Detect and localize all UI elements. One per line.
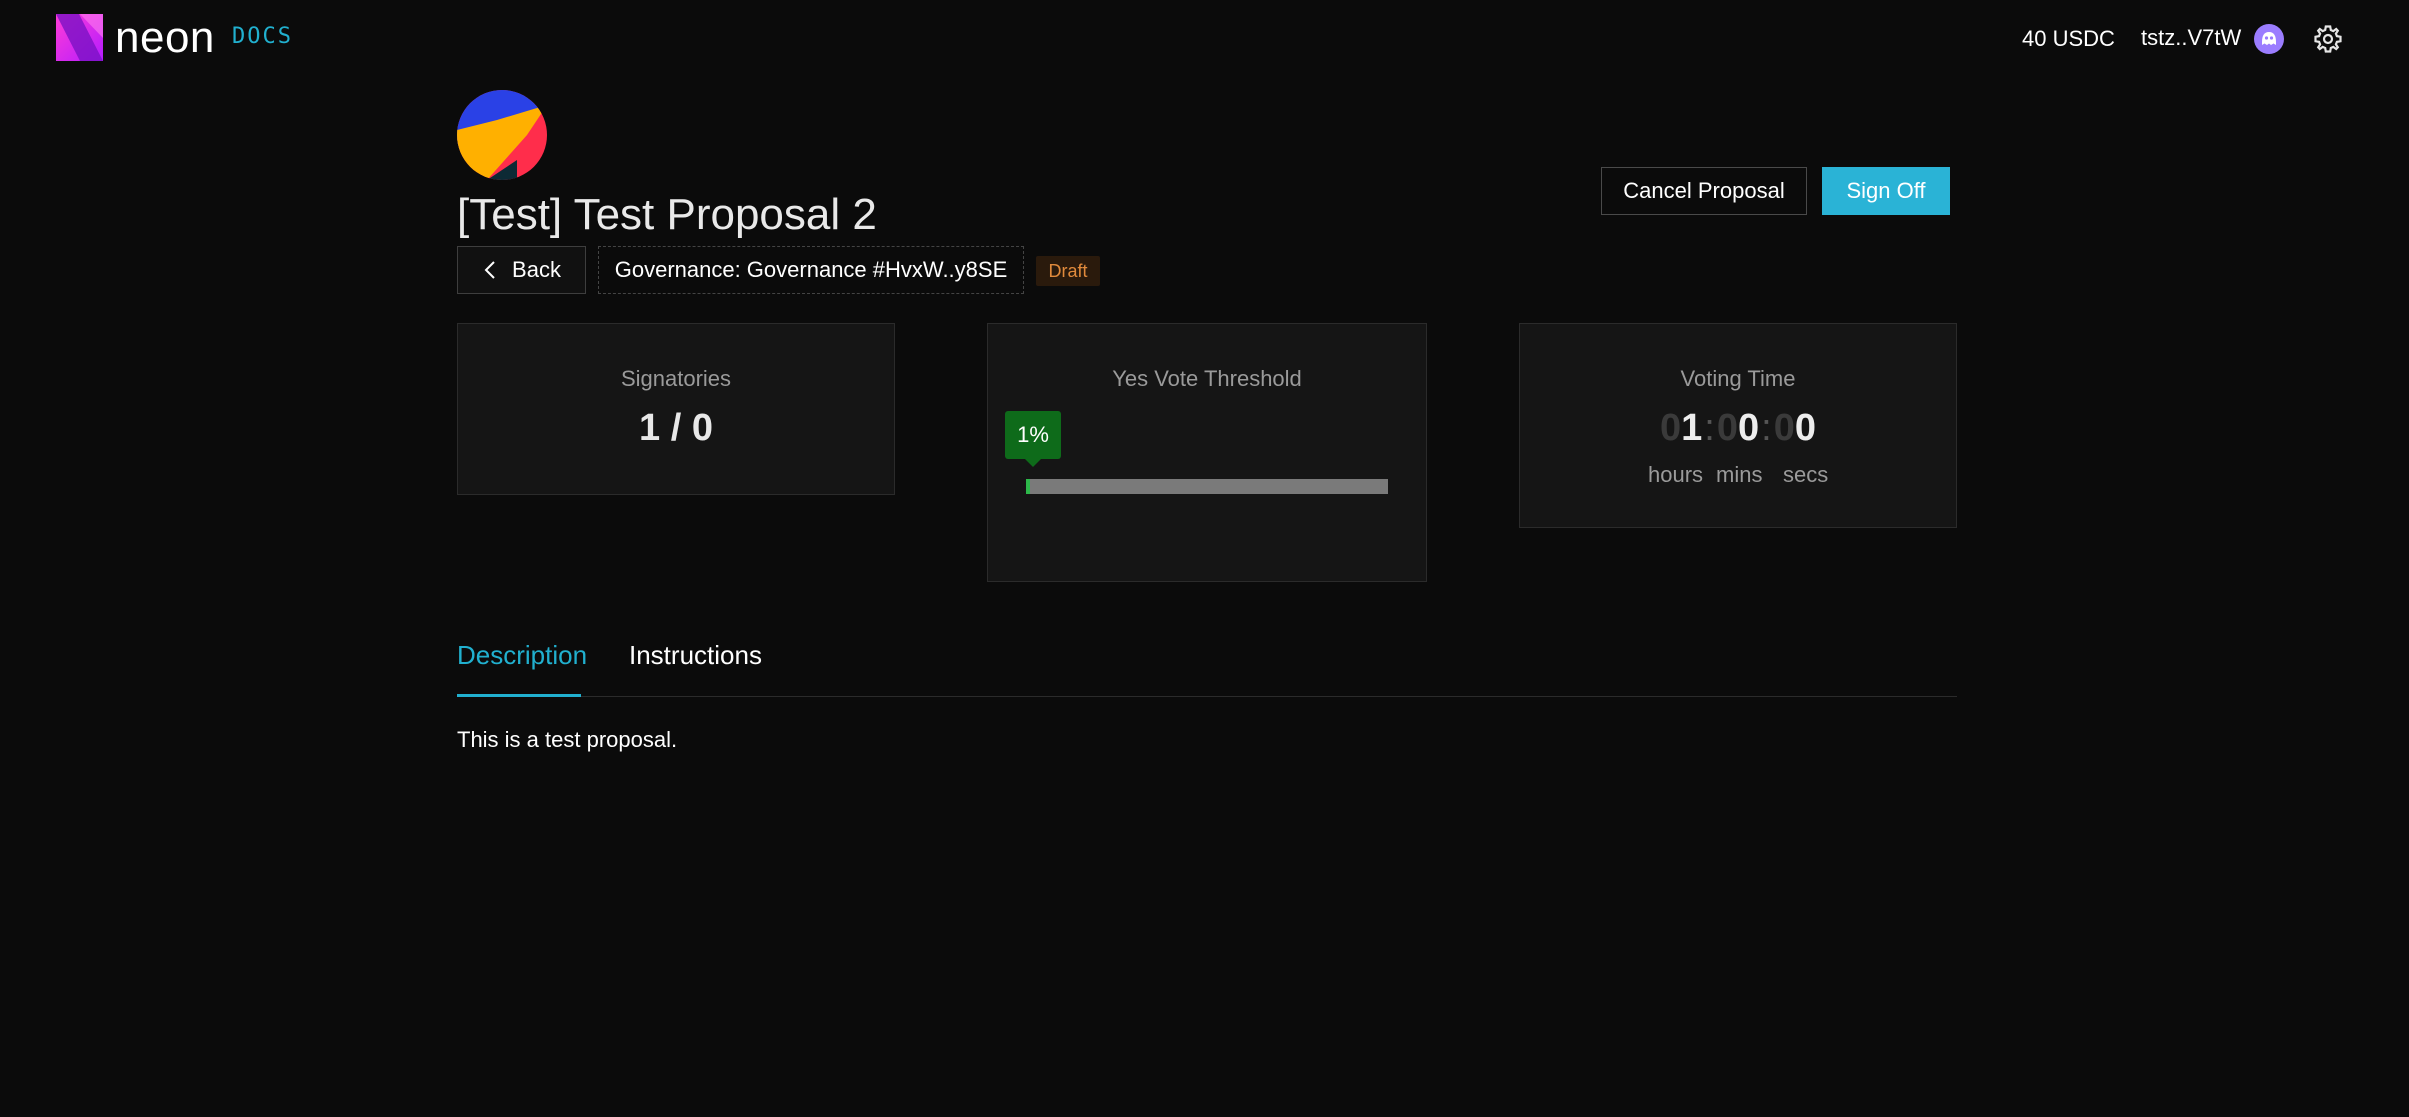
back-button[interactable]: Back xyxy=(457,246,586,294)
brand-logo[interactable]: neon xyxy=(56,14,215,61)
hours-digit-dim: 0 xyxy=(1660,407,1682,449)
wallet-address[interactable]: tstz..V7tW xyxy=(2141,25,2241,51)
threshold-progress-bar xyxy=(1026,479,1388,494)
mins-digit: 0 xyxy=(1738,407,1760,449)
threshold-label: Yes Vote Threshold xyxy=(1112,366,1302,391)
active-tab-indicator xyxy=(457,694,581,697)
countdown-timer: 0 1 : 0 0 : 0 0 xyxy=(1520,407,1956,450)
hours-unit: hours xyxy=(1648,462,1704,487)
threshold-card: Yes Vote Threshold 1% xyxy=(987,323,1427,582)
tab-description[interactable]: Description xyxy=(457,640,587,671)
chevron-left-icon xyxy=(484,261,495,279)
gear-icon[interactable] xyxy=(2313,24,2343,54)
signatories-card: Signatories 1 / 0 xyxy=(457,323,895,495)
signatories-value: 1 / 0 xyxy=(639,407,713,449)
timer-separator: : xyxy=(1761,407,1772,449)
mins-digit-dim: 0 xyxy=(1716,407,1738,449)
cancel-proposal-button[interactable]: Cancel Proposal xyxy=(1601,167,1807,215)
dao-avatar xyxy=(457,90,547,180)
threshold-progress-fill xyxy=(1026,479,1030,494)
secs-digit-dim: 0 xyxy=(1773,407,1795,449)
tab-instructions[interactable]: Instructions xyxy=(629,640,762,671)
tab-divider xyxy=(457,696,1957,697)
back-button-label: Back xyxy=(512,257,561,282)
proposal-title: [Test] Test Proposal 2 xyxy=(457,190,877,239)
threshold-tooltip: 1% xyxy=(1005,411,1061,467)
docs-link[interactable]: DOCS xyxy=(232,24,293,49)
brand-wordmark: neon xyxy=(115,12,215,62)
voting-time-label: Voting Time xyxy=(1680,366,1796,391)
mins-unit: mins xyxy=(1716,462,1763,487)
timer-separator: : xyxy=(1704,407,1715,449)
proposal-description: This is a test proposal. xyxy=(457,727,678,752)
ghost-avatar-icon[interactable] xyxy=(2254,24,2284,54)
wallet-balance: 40 USDC xyxy=(2022,26,2115,51)
neon-logo-icon xyxy=(56,14,103,61)
governance-link[interactable]: Governance: Governance #HvxW..y8SE xyxy=(598,246,1024,294)
top-header: neon DOCS 40 USDC tstz..V7tW xyxy=(0,0,2409,78)
secs-unit: secs xyxy=(1783,462,1829,487)
hours-digit: 1 xyxy=(1681,407,1703,449)
status-badge: Draft xyxy=(1036,256,1100,286)
voting-time-card: Voting Time 0 1 : 0 0 : 0 0 hours mins s… xyxy=(1519,323,1957,528)
governance-label: Governance: Governance #HvxW..y8SE xyxy=(614,257,1008,282)
signatories-label: Signatories xyxy=(620,366,732,391)
secs-digit: 0 xyxy=(1794,407,1816,449)
sign-off-button[interactable]: Sign Off xyxy=(1822,167,1950,215)
